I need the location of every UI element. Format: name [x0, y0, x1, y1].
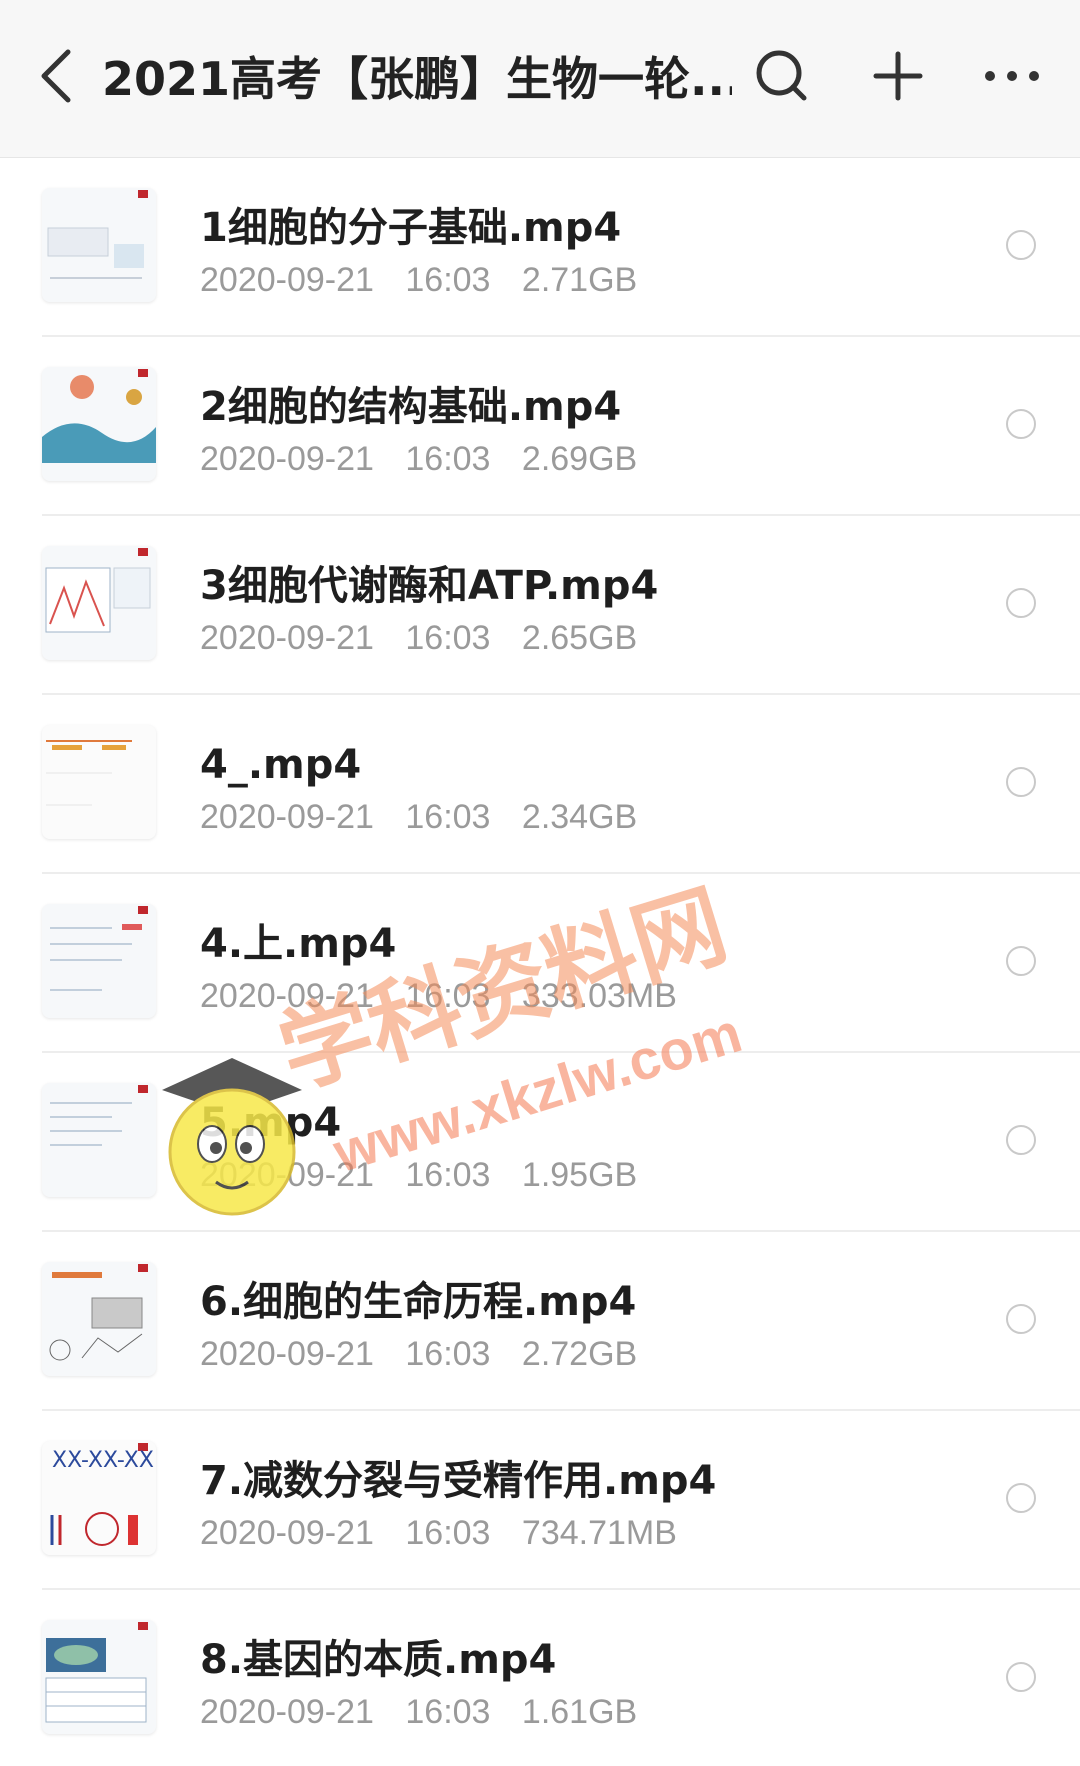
- file-date: 2020-09-21: [200, 261, 374, 299]
- file-name: 7.减数分裂与受精作用.mp4: [200, 1458, 717, 1504]
- file-date: 2020-09-21: [200, 619, 374, 657]
- select-radio[interactable]: [1006, 1304, 1036, 1334]
- file-time: 16:03: [405, 261, 491, 299]
- file-row[interactable]: 8.基因的本质.mp4 2020-09-21 16:03 1.61GB: [0, 1590, 1080, 1766]
- file-time: 16:03: [405, 440, 491, 478]
- select-radio[interactable]: [1006, 1125, 1036, 1155]
- file-meta: 2020-09-21 16:03 2.65GB: [200, 616, 659, 660]
- search-button[interactable]: [742, 36, 822, 116]
- chevron-left-icon: [41, 49, 71, 103]
- more-button[interactable]: [972, 36, 1052, 116]
- file-meta: 2020-09-21 16:03 2.34GB: [200, 795, 659, 839]
- file-time: 16:03: [405, 619, 491, 657]
- file-name: 3细胞代谢酶和ATP.mp4: [200, 563, 659, 609]
- file-size: 2.69GB: [521, 440, 638, 478]
- file-size: 1.95GB: [521, 1156, 638, 1194]
- select-radio[interactable]: [1006, 588, 1036, 618]
- file-size: 1.61GB: [521, 1693, 638, 1731]
- more-horizontal-icon: [985, 71, 1039, 81]
- file-browser-page: 2021高考【张鹏】生物一轮... 1细胞的分子基础.mp4 2020-09-2…: [0, 0, 1080, 1766]
- file-meta: 2020-09-21 16:03 2.72GB: [200, 1332, 659, 1376]
- file-row[interactable]: 1细胞的分子基础.mp4 2020-09-21 16:03 2.71GB: [0, 158, 1080, 337]
- file-name: 2细胞的结构基础.mp4: [200, 384, 622, 430]
- file-time: 16:03: [405, 1693, 491, 1731]
- file-date: 2020-09-21: [200, 440, 374, 478]
- plus-icon: [873, 51, 923, 101]
- file-date: 2020-09-21: [200, 798, 374, 836]
- video-thumbnail: XX-XX-XX: [42, 1441, 156, 1555]
- folder-title: 2021高考【张鹏】生物一轮...: [102, 52, 732, 106]
- file-date: 2020-09-21: [200, 1335, 374, 1373]
- top-bar: 2021高考【张鹏】生物一轮...: [0, 0, 1080, 158]
- file-row[interactable]: XX-XX-XX 7.减数分裂与受精作用.mp4 2020-09-21 16:0…: [0, 1411, 1080, 1590]
- select-radio[interactable]: [1006, 230, 1036, 260]
- select-radio[interactable]: [1006, 767, 1036, 797]
- video-thumbnail: [42, 904, 156, 1018]
- file-size: 2.72GB: [521, 1335, 638, 1373]
- video-thumbnail: [42, 1620, 156, 1734]
- file-size: 2.71GB: [521, 261, 638, 299]
- select-radio[interactable]: [1006, 1483, 1036, 1513]
- search-icon: [756, 50, 807, 101]
- select-radio[interactable]: [1006, 946, 1036, 976]
- svg-text:XX-XX-XX: XX-XX-XX: [52, 1448, 154, 1473]
- file-size: 734.71MB: [521, 1514, 677, 1552]
- video-thumbnail: [42, 367, 156, 481]
- file-row[interactable]: 6.细胞的生命历程.mp4 2020-09-21 16:03 2.72GB: [0, 1232, 1080, 1411]
- file-meta: 2020-09-21 16:03 1.61GB: [200, 1690, 659, 1734]
- file-size: 2.34GB: [521, 798, 638, 836]
- file-time: 16:03: [405, 1335, 491, 1373]
- file-name: 4_.mp4: [200, 742, 362, 788]
- file-time: 16:03: [405, 1514, 491, 1552]
- file-date: 2020-09-21: [200, 1693, 374, 1731]
- select-radio[interactable]: [1006, 409, 1036, 439]
- file-time: 16:03: [405, 798, 491, 836]
- file-date: 2020-09-21: [200, 1514, 374, 1552]
- file-size: 2.65GB: [521, 619, 638, 657]
- back-button[interactable]: [28, 36, 98, 116]
- file-meta: 2020-09-21 16:03 2.71GB: [200, 258, 659, 302]
- video-thumbnail: [42, 1262, 156, 1376]
- video-thumbnail: [42, 725, 156, 839]
- file-name: 6.细胞的生命历程.mp4: [200, 1279, 637, 1325]
- select-radio[interactable]: [1006, 1662, 1036, 1692]
- file-name: 8.基因的本质.mp4: [200, 1637, 557, 1683]
- file-row[interactable]: 3细胞代谢酶和ATP.mp4 2020-09-21 16:03 2.65GB: [0, 516, 1080, 695]
- add-button[interactable]: [858, 36, 938, 116]
- file-row[interactable]: 4_.mp4 2020-09-21 16:03 2.34GB: [0, 695, 1080, 874]
- video-thumbnail: [42, 546, 156, 660]
- file-meta: 2020-09-21 16:03 2.69GB: [200, 437, 659, 481]
- file-meta: 2020-09-21 16:03 734.71MB: [200, 1511, 699, 1555]
- file-row[interactable]: 2细胞的结构基础.mp4 2020-09-21 16:03 2.69GB: [0, 337, 1080, 516]
- video-thumbnail: [42, 188, 156, 302]
- file-name: 1细胞的分子基础.mp4: [200, 205, 622, 251]
